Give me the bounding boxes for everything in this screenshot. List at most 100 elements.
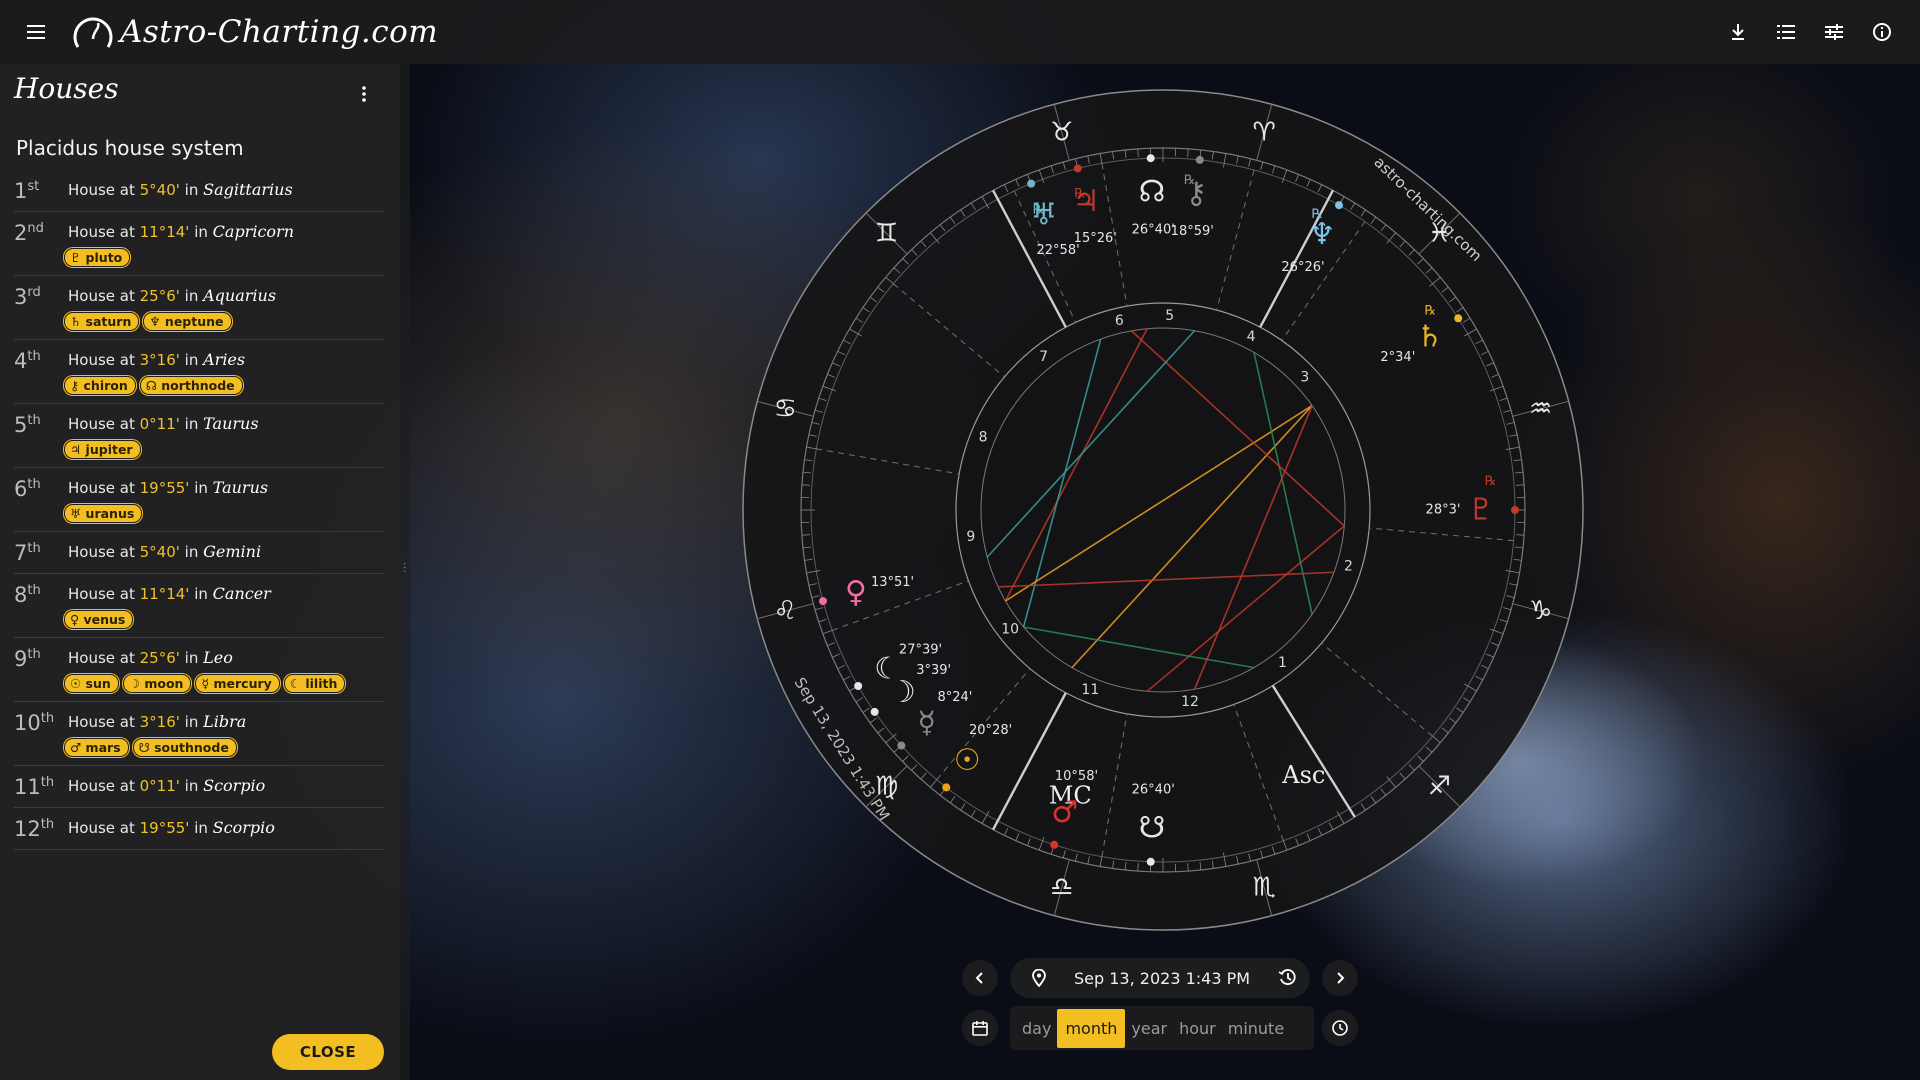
planet-tag-uranus[interactable]: ♅ uranus xyxy=(64,504,143,523)
planet-glyph: ♄ xyxy=(1416,319,1443,354)
planet-marker xyxy=(1335,201,1343,210)
planet-tag-sun[interactable]: ☉ sun xyxy=(64,674,119,693)
unit-year[interactable]: year xyxy=(1125,1009,1173,1048)
download-icon xyxy=(1732,24,1744,40)
zodiac-glyph: ♋ xyxy=(774,394,797,424)
list-icon xyxy=(1777,25,1795,39)
drag-grip-icon: :: xyxy=(403,560,407,575)
cusp-degree: 25°6' xyxy=(139,287,180,305)
hamburger-menu-button[interactable] xyxy=(20,16,52,48)
house-number: 2nd xyxy=(14,221,44,245)
planet-tag-venus[interactable]: ♀ venus xyxy=(64,610,134,629)
house-cusp-text: House at 5°40' in Sagittarius xyxy=(68,180,293,199)
house-row[interactable]: 2nd House at 11°14' in Capricorn ♇ pluto xyxy=(14,212,384,276)
info-button[interactable] xyxy=(1862,12,1902,52)
planet-tag-mercury[interactable]: ☿ mercury xyxy=(195,674,280,693)
panel-more-button[interactable] xyxy=(350,80,378,108)
planet-marker xyxy=(1146,154,1155,163)
planet-degree-label: 3°39' xyxy=(916,663,951,678)
house-cusp-text: House at 3°16' in Libra xyxy=(68,712,247,731)
house-row[interactable]: 4th House at 3°16' in Aries ⚷ chiron ☊ nort… xyxy=(14,340,384,404)
history-icon[interactable] xyxy=(1278,968,1296,990)
panel-title: Houses xyxy=(14,72,119,105)
unit-month[interactable]: month xyxy=(1057,1008,1126,1048)
planet-degree-label: 26°40' xyxy=(1132,782,1175,797)
zodiac-glyph: ♏ xyxy=(1253,873,1276,903)
house-row[interactable]: 12th House at 19°55' in Scorpio xyxy=(14,808,384,850)
retrograde-mark: ℞ xyxy=(1485,474,1497,489)
planet-marker xyxy=(870,707,879,716)
cusp-sign: Taurus xyxy=(203,414,259,433)
cusp-sign: Cancer xyxy=(212,584,271,603)
house-row[interactable]: 6th House at 19°55' in Taurus ♅ uranus xyxy=(14,468,384,532)
unit-hour[interactable]: hour xyxy=(1173,1009,1222,1048)
degree-tick xyxy=(801,534,810,536)
datetime-text: Sep 13, 2023 1:43 PM xyxy=(1074,968,1251,988)
house-number-label: 10 xyxy=(1001,621,1019,637)
planet-glyph: ☊ xyxy=(1139,175,1166,210)
planet-glyph: ♆ xyxy=(1309,217,1336,252)
degree-tick xyxy=(1137,863,1139,872)
house-cusp-text: House at 0°11' in Scorpio xyxy=(68,776,266,795)
cusp-sign: Leo xyxy=(203,648,233,667)
planet-tag-pluto[interactable]: ♇ pluto xyxy=(64,248,131,267)
zodiac-glyph: ♐ xyxy=(1428,771,1451,801)
planet-tags: ♀ venus xyxy=(64,610,137,629)
planet-tag-neptune[interactable]: ♆ neptune xyxy=(143,312,232,331)
planet-glyph: ☽ xyxy=(889,675,916,710)
cusp-sign: Scorpio xyxy=(203,776,266,795)
planet-tag-chiron[interactable]: ⚷ chiron xyxy=(64,376,136,395)
house-number: 9th xyxy=(14,647,41,671)
calendar-button[interactable] xyxy=(962,1010,998,1046)
list-button[interactable] xyxy=(1766,12,1806,52)
zodiac-glyph: ♉ xyxy=(1050,117,1073,147)
settings-button[interactable] xyxy=(1814,12,1854,52)
cusp-sign: Libra xyxy=(203,712,247,731)
cusp-sign: Aquarius xyxy=(203,286,277,305)
cusp-sign: Aries xyxy=(203,350,246,369)
planet-tags: ⚷ chiron ☊ northnode xyxy=(64,376,247,395)
house-cusp-text: House at 5°40' in Gemini xyxy=(68,542,262,561)
zodiac-glyph: ♎ xyxy=(1050,873,1073,903)
unit-minute[interactable]: minute xyxy=(1222,1009,1290,1048)
house-row[interactable]: 11th House at 0°11' in Scorpio xyxy=(14,766,384,808)
house-row[interactable]: 10th House at 3°16' in Libra ♂ mars ☋ south… xyxy=(14,702,384,766)
download-button[interactable] xyxy=(1718,12,1758,52)
unit-day[interactable]: day xyxy=(1016,1009,1057,1048)
brand[interactable]: Astro-Charting.com xyxy=(70,9,438,55)
retrograde-mark: ℞ xyxy=(1074,186,1086,201)
panel-resize-handle[interactable]: :: xyxy=(400,64,410,1080)
house-row[interactable]: 1st House at 5°40' in Sagittarius xyxy=(14,170,384,212)
cusp-degree: 0°11' xyxy=(139,777,180,795)
menu-icon xyxy=(27,25,45,39)
cusp-degree: 5°40' xyxy=(139,181,180,199)
house-row[interactable]: 7th House at 5°40' in Gemini xyxy=(14,532,384,574)
house-number-label: 2 xyxy=(1344,559,1353,575)
planet-tag-moon[interactable]: ☽ moon xyxy=(122,674,192,693)
house-row[interactable]: 8th House at 11°14' in Cancer ♀ venus xyxy=(14,574,384,638)
cusp-degree: 11°14' xyxy=(139,223,190,241)
datetime-bar[interactable]: Sep 13, 2023 1:43 PM xyxy=(1010,958,1310,998)
next-button[interactable] xyxy=(1322,960,1358,996)
planet-tag-lilith[interactable]: ☾ lilith xyxy=(283,674,346,693)
now-button[interactable] xyxy=(1322,1010,1358,1046)
calendar-icon xyxy=(972,1021,988,1036)
planet-degree-label: 27°39' xyxy=(899,643,942,658)
retrograde-mark: ℞ xyxy=(1184,173,1196,188)
cusp-degree: 5°40' xyxy=(139,543,180,561)
planet-tag-northnode[interactable]: ☊ northnode xyxy=(139,376,243,395)
planet-degree-label: 8°24' xyxy=(937,690,972,705)
house-list: 1st House at 5°40' in Sagittarius 2nd House… xyxy=(14,170,384,850)
planet-tag-jupiter[interactable]: ♃ jupiter xyxy=(64,440,141,459)
house-row[interactable]: 3rd House at 25°6' in Aquarius ♄ saturn ♆ n… xyxy=(14,276,384,340)
close-button[interactable]: CLOSE xyxy=(272,1034,384,1070)
planet-tag-saturn[interactable]: ♄ saturn xyxy=(64,312,140,331)
prev-button[interactable] xyxy=(962,960,998,996)
house-row[interactable]: 9th House at 25°6' in Leo ☉ sun ☽ moon ☿ mer… xyxy=(14,638,384,702)
planet-tag-southnode[interactable]: ☋ southnode xyxy=(132,738,237,757)
planet-tag-mars[interactable]: ♂ mars xyxy=(64,738,129,757)
planet-glyph: ☉ xyxy=(954,743,981,778)
house-number: 4th xyxy=(14,349,41,373)
house-row[interactable]: 5th House at 0°11' in Taurus ♃ jupiter xyxy=(14,404,384,468)
planet-glyph: ♇ xyxy=(1468,493,1495,528)
